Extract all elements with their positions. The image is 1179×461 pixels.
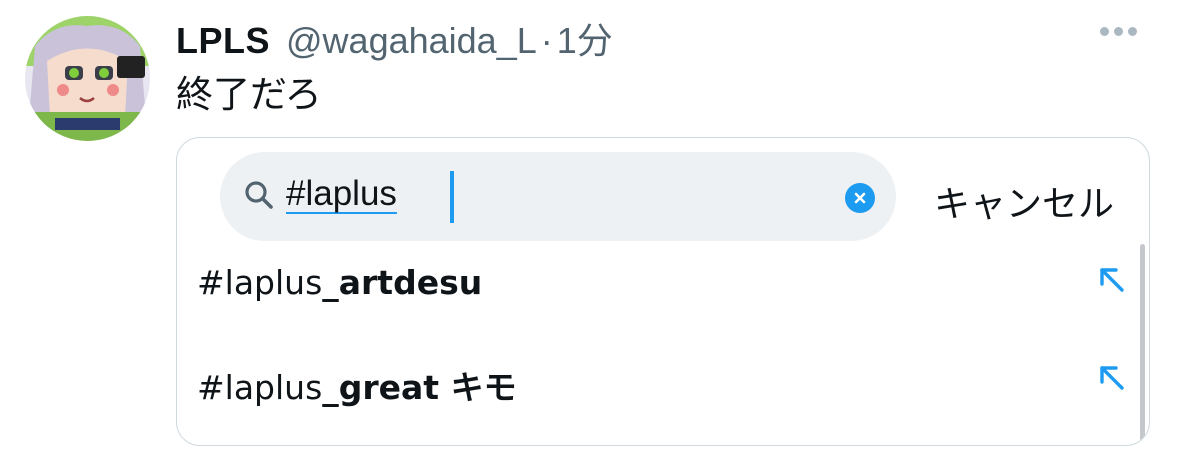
search-screenshot-card: #laplus キャンセル #laplus_artdesu #laplus_gr… <box>176 137 1150 446</box>
text-caret <box>450 171 454 223</box>
scrollbar[interactable] <box>1140 244 1145 444</box>
avatar[interactable] <box>25 16 150 141</box>
tweet-header: LPLS @wagahaida_L · 1分 <box>176 12 613 64</box>
suggestion-prefix: #laplus <box>197 263 323 302</box>
search-input[interactable]: #laplus <box>286 174 397 214</box>
suggestion-completion: _great キモ <box>322 368 517 407</box>
suggestion-item[interactable]: #laplus_great キモ <box>197 351 1127 411</box>
suggestion-label: #laplus_artdesu <box>197 263 482 302</box>
separator-dot: · <box>540 20 553 61</box>
user-handle[interactable]: @wagahaida_L <box>286 20 537 62</box>
timestamp[interactable]: 1分 <box>557 12 613 64</box>
suggestion-completion: _artdesu <box>322 263 483 302</box>
display-name[interactable]: LPLS <box>176 20 270 62</box>
tweet-text: 終了だろ <box>176 73 322 116</box>
search-icon <box>244 180 274 215</box>
arrow-up-left-icon[interactable] <box>1097 265 1127 300</box>
suggestion-item[interactable]: #laplus_artdesu <box>197 253 1127 313</box>
search-bar[interactable]: #laplus <box>220 152 896 241</box>
more-dots-icon[interactable] <box>1100 27 1137 36</box>
cancel-button[interactable]: キャンセル <box>934 175 1114 227</box>
suggestion-prefix: #laplus <box>197 368 323 407</box>
arrow-up-left-icon[interactable] <box>1097 363 1127 398</box>
clear-x-icon[interactable] <box>845 183 875 213</box>
suggestion-label: #laplus_great キモ <box>197 361 517 409</box>
